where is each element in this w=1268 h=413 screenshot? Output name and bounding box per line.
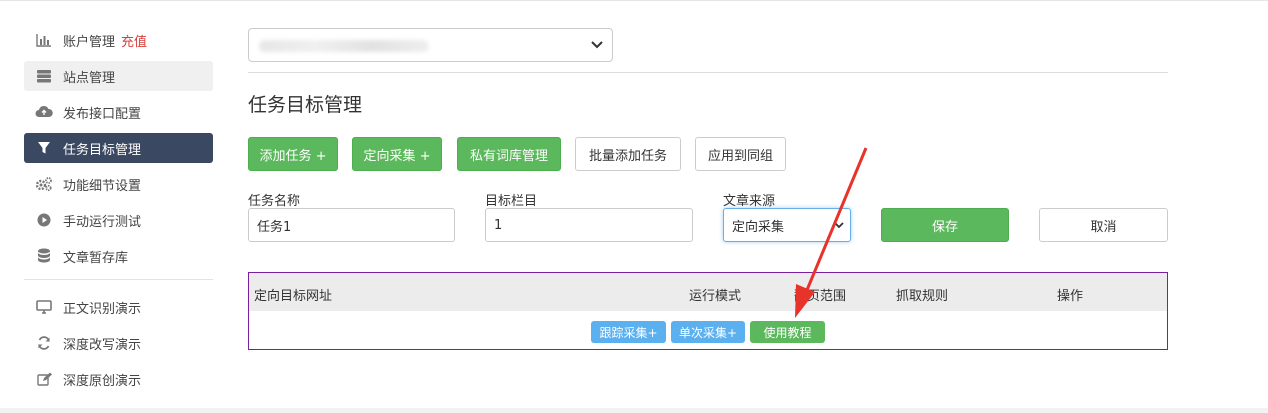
column-header-run-mode: 运行模式 [689, 289, 742, 304]
cancel-button[interactable]: 取消 [1039, 208, 1168, 242]
sidebar-item-task-target[interactable]: 任务目标管理 [24, 133, 213, 163]
sidebar-item-article-storage[interactable]: 文章暂存库 [24, 241, 213, 271]
refresh-icon [35, 335, 53, 351]
sidebar-item-feature-settings[interactable]: 功能细节设置 [24, 169, 213, 199]
article-source-label: 文章来源 [723, 194, 776, 209]
sidebar-item-text-recognition-demo[interactable]: 正文识别演示 [24, 292, 213, 322]
chevron-down-icon [590, 37, 604, 55]
edit-icon [35, 371, 53, 387]
task-name-input[interactable]: 任务1 [248, 208, 455, 242]
cloud-upload-icon [35, 104, 53, 120]
add-task-button[interactable]: 添加任务 + [248, 137, 338, 171]
sidebar: 账户管理 充值 站点管理 发布接口配置 任务目标管理 功能细节设置 手动运行测试 [24, 25, 213, 400]
page-title: 任务目标管理 [248, 94, 363, 116]
sidebar-item-sites[interactable]: 站点管理 [24, 61, 213, 91]
recharge-link[interactable]: 充值 [121, 31, 147, 50]
play-circle-icon [35, 212, 53, 228]
task-name-label: 任务名称 [248, 194, 301, 209]
target-url-table: 定向目标网址 运行模式 翻页范围 抓取规则 操作 跟踪采集+ 单次采集+ 使用教… [248, 272, 1168, 350]
article-source-select[interactable]: 定向采集 [723, 208, 851, 242]
bar-chart-icon [35, 32, 53, 48]
batch-add-task-button[interactable]: 批量添加任务 [575, 137, 681, 171]
sidebar-item-label: 站点管理 [63, 70, 116, 86]
apply-to-group-button[interactable]: 应用到同组 [695, 137, 786, 171]
gears-icon [35, 176, 53, 192]
chevron-down-icon [833, 219, 845, 235]
table-header: 定向目标网址 运行模式 翻页范围 抓取规则 操作 [249, 273, 1167, 311]
sidebar-item-label: 发布接口配置 [63, 106, 142, 122]
sidebar-item-label: 功能细节设置 [63, 178, 142, 194]
article-source-value: 定向采集 [732, 219, 785, 235]
sidebar-item-label: 深度改写演示 [63, 337, 142, 353]
sidebar-item-manual-test[interactable]: 手动运行测试 [24, 205, 213, 235]
sidebar-item-label: 手动运行测试 [63, 214, 142, 230]
filter-icon [35, 140, 53, 156]
sidebar-item-label: 任务目标管理 [63, 142, 142, 158]
header-divider [248, 72, 1168, 73]
server-icon [35, 68, 53, 84]
sidebar-item-label: 深度原创演示 [63, 373, 142, 389]
private-lexicon-button[interactable]: 私有词库管理 [457, 137, 561, 171]
sidebar-item-rewrite-demo[interactable]: 深度改写演示 [24, 328, 213, 358]
sidebar-item-label: 正文识别演示 [63, 301, 142, 317]
target-column-label: 目标栏目 [485, 194, 538, 209]
sidebar-item-account[interactable]: 账户管理 充值 [24, 25, 213, 55]
column-header-target-url: 定向目标网址 [254, 289, 333, 304]
tutorial-button[interactable]: 使用教程 [750, 321, 825, 343]
column-header-actions: 操作 [1057, 289, 1084, 304]
top-divider [0, 0, 1268, 1]
track-collect-button[interactable]: 跟踪采集+ [591, 321, 666, 343]
sidebar-item-original-demo[interactable]: 深度原创演示 [24, 364, 213, 394]
sidebar-item-label: 账户管理 [63, 34, 116, 50]
single-collect-button[interactable]: 单次采集+ [671, 321, 745, 343]
directed-collect-button[interactable]: 定向采集 + [352, 137, 442, 171]
column-header-crawl-rules: 抓取规则 [896, 289, 949, 304]
database-icon [35, 248, 53, 264]
sidebar-divider [24, 279, 213, 280]
monitor-icon [35, 299, 53, 315]
redacted-site-name [259, 40, 429, 52]
target-column-input[interactable]: 1 [485, 208, 693, 242]
bottom-band [0, 408, 1268, 413]
sidebar-item-publish-api[interactable]: 发布接口配置 [24, 97, 213, 127]
save-button[interactable]: 保存 [881, 208, 1009, 242]
column-header-page-range: 翻页范围 [794, 289, 847, 304]
sidebar-item-label: 文章暂存库 [63, 250, 129, 266]
site-select[interactable] [248, 28, 613, 62]
